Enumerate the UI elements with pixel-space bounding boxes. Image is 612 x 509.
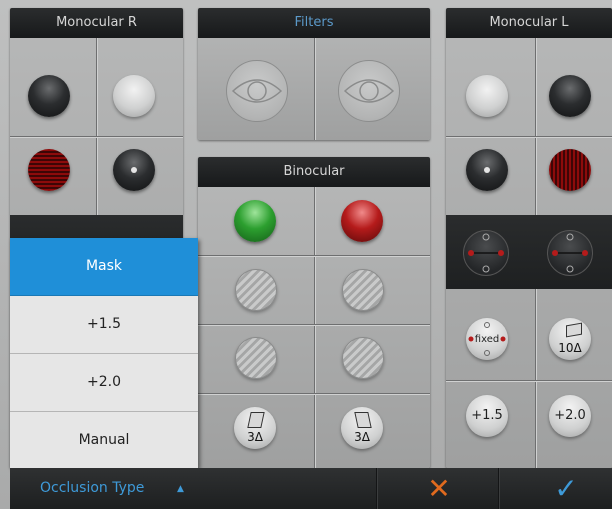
prism-10-button[interactable]: 10Δ [549,318,591,360]
binocular-panel: Binocular 3Δ 3Δ [198,157,430,468]
prism-wedge-icon [354,412,372,428]
plus-2-0-label: +2.0 [554,408,586,423]
occlusion-type-menu: Mask +1.5 +2.0 Manual [10,238,198,468]
cross-icon [552,233,588,273]
row-divider [446,136,612,137]
cross-icon [468,233,504,273]
eye-filter-right-button[interactable] [226,60,288,122]
fixed-label: fixed [474,334,500,345]
row-divider [446,380,612,381]
occlusion-type-label: Occlusion Type [40,480,145,496]
black-occluder-button-l[interactable] [549,75,591,117]
cross-target-button-2[interactable] [547,230,593,276]
filters-title: Filters [198,8,430,38]
menu-item-mask[interactable]: Mask [10,238,198,296]
row-divider [10,136,183,137]
confirm-button[interactable]: ✓ [536,471,596,507]
polarized-filter-button-1[interactable] [235,269,277,311]
monocular-r-title: Monocular R [10,8,183,38]
black-occluder-button-r[interactable] [28,75,70,117]
polarized-filter-button-2[interactable] [342,269,384,311]
plus-2-0-button[interactable]: +2.0 [549,395,591,437]
toolbar-divider [376,468,377,509]
plus-1-5-button[interactable]: +1.5 [466,395,508,437]
green-filter-button[interactable] [234,200,276,242]
prism-wedge-icon [566,322,582,338]
cross-target-button-1[interactable] [463,230,509,276]
caret-up-icon: ▲ [177,484,184,494]
row-divider [198,393,430,394]
red-maddox-vertical-button[interactable] [549,149,591,191]
menu-item-plus-2-0[interactable]: +2.0 [10,354,198,412]
pinhole-button-l[interactable] [466,149,508,191]
app-frame: Monocular R Filters Binocular 3Δ 3Δ Mono… [0,0,612,509]
polarized-filter-button-3[interactable] [235,337,277,379]
monocular-l-title: Monocular L [446,8,612,38]
eye-icon [343,79,395,103]
prism-3-left-label: 3Δ [247,430,263,444]
menu-item-plus-1-5[interactable]: +1.5 [10,296,198,354]
toolbar-divider [498,468,499,509]
prism-10-label: 10Δ [558,341,582,355]
polarized-filter-button-4[interactable] [342,337,384,379]
red-maddox-horizontal-button[interactable] [28,149,70,191]
column-divider [314,187,315,468]
prism-3-left-button[interactable]: 3Δ [234,407,276,449]
filters-panel: Filters [198,8,430,140]
occlusion-type-dropdown[interactable]: Occlusion Type ▲ [10,468,198,509]
monocular-l-panel: Monocular L fixed 10Δ +1.5 +2.0 [446,8,612,468]
cancel-button[interactable]: ✕ [415,471,463,507]
eye-icon [231,79,283,103]
pinhole-button-r[interactable] [113,149,155,191]
prism-3-right-button[interactable]: 3Δ [341,407,383,449]
white-occluder-button-r[interactable] [113,75,155,117]
fixed-cross-button[interactable]: fixed [466,318,508,360]
eye-filter-left-button[interactable] [338,60,400,122]
prism-wedge-icon [247,412,265,428]
bottom-toolbar: Occlusion Type ▲ ✕ ✓ [10,468,612,509]
plus-1-5-label: +1.5 [471,408,503,423]
column-divider [314,38,315,140]
red-filter-button[interactable] [341,200,383,242]
binocular-title: Binocular [198,157,430,187]
prism-3-right-label: 3Δ [354,430,370,444]
row-divider [198,255,430,256]
menu-item-manual[interactable]: Manual [10,412,198,469]
white-occluder-button-l[interactable] [466,75,508,117]
row-divider [198,324,430,325]
